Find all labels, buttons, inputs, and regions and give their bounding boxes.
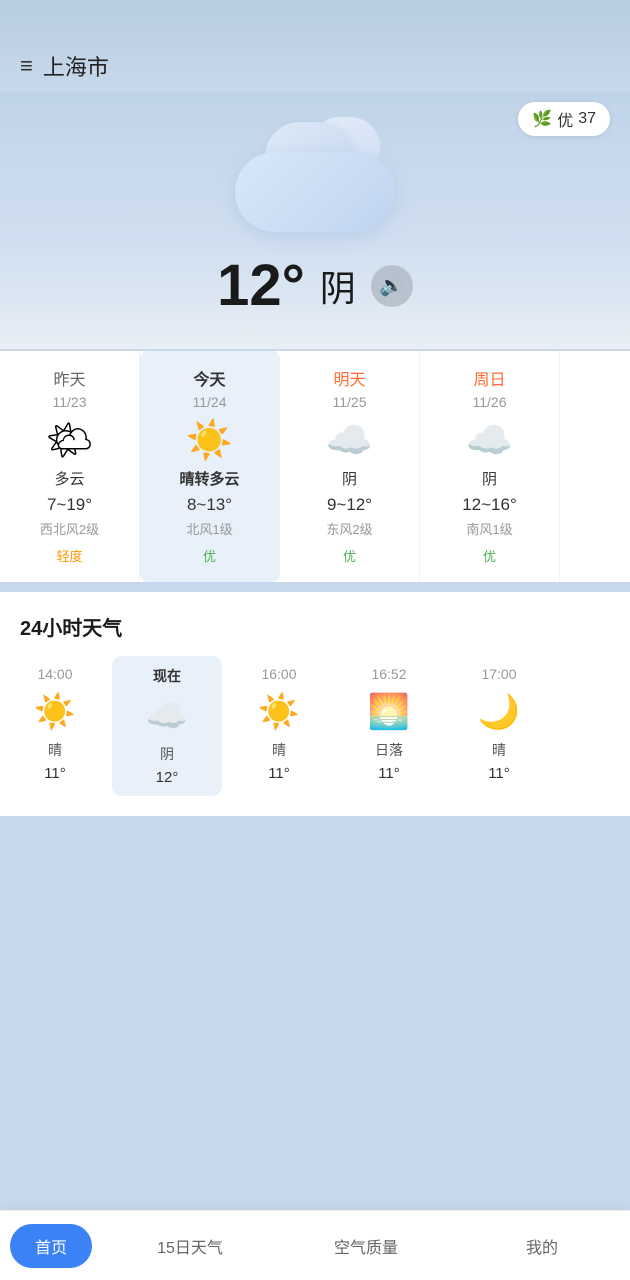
hour-weather: 晴: [5, 740, 105, 760]
hour-icon: ☁️: [117, 696, 217, 736]
day-date: 11/24: [150, 394, 269, 410]
hour-weather: 晴: [229, 740, 329, 760]
hour-temp: 12°: [117, 769, 217, 786]
day-column[interactable]: 周日 11/26 ☁️ 阴 12~16° 南风1级 优: [420, 351, 560, 582]
aqi-label: 优: [557, 107, 573, 131]
hour-icon: ☀️: [229, 692, 329, 732]
hourly-title: 24小时天气: [0, 612, 630, 656]
day-date: 11/23: [10, 394, 129, 410]
hour-column[interactable]: 14:00 ☀️ 晴 11°: [0, 656, 110, 796]
hour-time: 16:52: [339, 666, 439, 682]
temp-row: 12° 阴 🔊: [217, 252, 413, 319]
hourly-scroll[interactable]: 14:00 ☀️ 晴 11° 现在 ☁️ 阴 12° 16:00 ☀️ 晴 11…: [0, 656, 630, 806]
hour-temp: 11°: [5, 765, 105, 782]
hour-column[interactable]: 现在 ☁️ 阴 12°: [112, 656, 222, 796]
leaf-icon: 🌿: [532, 109, 552, 129]
day-aqi: 轻度: [50, 544, 88, 567]
day-wind: 南风1级: [430, 519, 549, 538]
current-condition: 阴: [320, 260, 356, 312]
menu-icon[interactable]: ≡: [20, 53, 33, 79]
day-column[interactable]: 今天 11/24 ☀️ 晴转多云 8~13° 北风1级 优: [140, 351, 280, 582]
day-aqi: 优: [197, 544, 222, 567]
daily-forecast-section: 昨天 11/23 🌤 多云 7~19° 西北风2级 轻度 今天 11/24 ☀️…: [0, 351, 630, 582]
nav-item-我的[interactable]: 我的: [454, 1224, 630, 1268]
day-icon: ☀️: [150, 422, 269, 460]
daily-scroll[interactable]: 昨天 11/23 🌤 多云 7~19° 西北风2级 轻度 今天 11/24 ☀️…: [0, 351, 630, 582]
hour-time: 17:00: [449, 666, 549, 682]
hour-column[interactable]: 17:00 🌙 晴 11°: [444, 656, 554, 796]
hour-temp: 11°: [339, 765, 439, 782]
hour-weather: 阴: [117, 744, 217, 764]
hour-weather: 晴: [449, 740, 549, 760]
day-weather: 阴: [430, 468, 549, 489]
day-icon: ☁️: [290, 422, 409, 460]
hour-temp: 11°: [229, 765, 329, 782]
day-icon: ☁️: [430, 422, 549, 460]
day-aqi: 优: [337, 544, 362, 567]
day-aqi: 优: [477, 544, 502, 567]
hour-time: 16:00: [229, 666, 329, 682]
day-label: 今天: [150, 366, 269, 390]
day-wind: 东风2级: [290, 519, 409, 538]
day-date: 11/25: [290, 394, 409, 410]
city-name[interactable]: 上海市: [43, 50, 109, 82]
bottom-nav: 首页15日天气空气质量我的: [0, 1210, 630, 1280]
current-weather-section: 🌿 优 37 12° 阴 🔊: [0, 92, 630, 349]
day-label: 明天: [290, 366, 409, 390]
day-icon: 🌤: [10, 422, 129, 460]
day-date: 11/26: [430, 394, 549, 410]
cloud-illustration: [215, 122, 415, 232]
hour-icon: 🌅: [339, 692, 439, 732]
day-weather: 晴转多云: [150, 468, 269, 489]
day-temp: 12~16°: [430, 495, 549, 515]
day-temp: 7~19°: [10, 495, 129, 515]
hour-icon: 🌙: [449, 692, 549, 732]
day-temp: 9~12°: [290, 495, 409, 515]
hour-icon: ☀️: [5, 692, 105, 732]
day-wind: 北风1级: [150, 519, 269, 538]
hour-weather: 日落: [339, 740, 439, 760]
hourly-section: 24小时天气 14:00 ☀️ 晴 11° 现在 ☁️ 阴 12° 16:00 …: [0, 592, 630, 816]
nav-item-首页[interactable]: 首页: [10, 1224, 92, 1268]
hour-column[interactable]: 16:00 ☀️ 晴 11°: [224, 656, 334, 796]
hour-time: 现在: [117, 666, 217, 686]
day-column[interactable]: 昨天 11/23 🌤 多云 7~19° 西北风2级 轻度: [0, 351, 140, 582]
temperature: 12°: [217, 252, 305, 319]
hour-column[interactable]: 16:52 🌅 日落 11°: [334, 656, 444, 796]
nav-item-空气质量[interactable]: 空气质量: [278, 1224, 454, 1268]
nav-item-15日天气[interactable]: 15日天气: [102, 1224, 278, 1268]
day-weather: 多云: [10, 468, 129, 489]
aqi-badge[interactable]: 🌿 优 37: [518, 102, 610, 136]
day-column[interactable]: 明天 11/25 ☁️ 阴 9~12° 东风2级 优: [280, 351, 420, 582]
sound-button[interactable]: 🔊: [371, 265, 413, 307]
day-temp: 8~13°: [150, 495, 269, 515]
hour-temp: 11°: [449, 765, 549, 782]
day-weather: 阴: [290, 468, 409, 489]
hour-time: 14:00: [5, 666, 105, 682]
day-wind: 西北风2级: [10, 519, 129, 538]
day-label: 周日: [430, 366, 549, 390]
aqi-value: 37: [578, 110, 596, 128]
day-label: 昨天: [10, 366, 129, 390]
header: ≡ 上海市: [0, 0, 630, 92]
